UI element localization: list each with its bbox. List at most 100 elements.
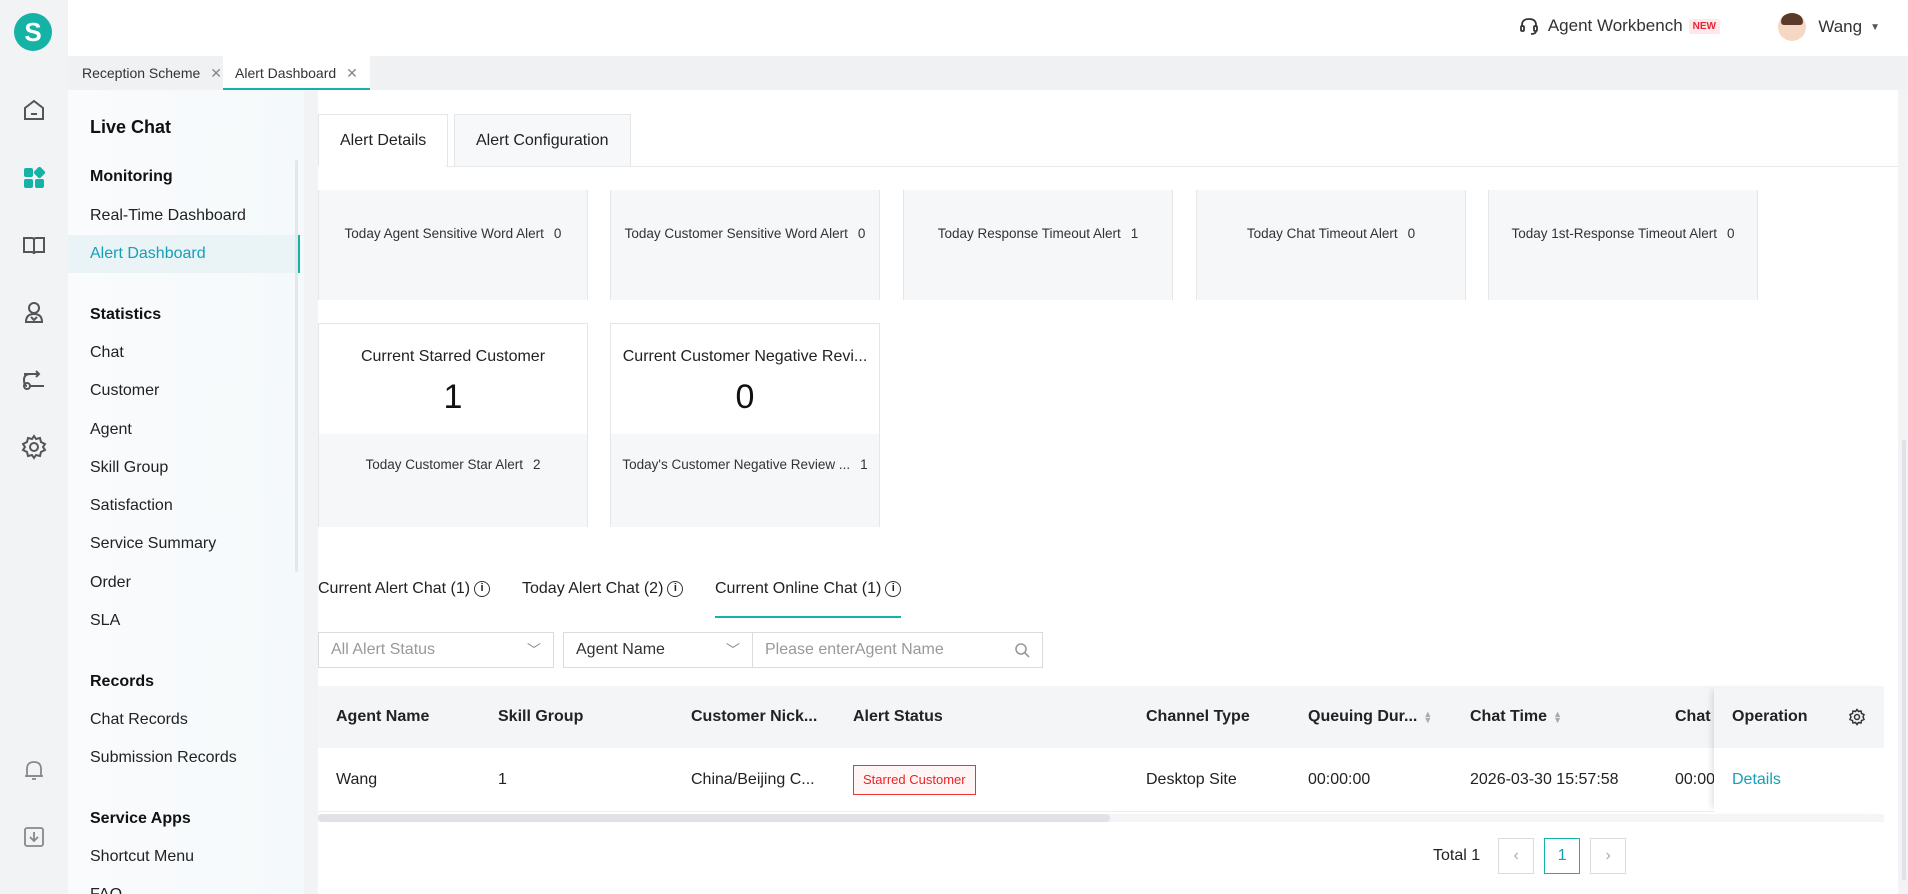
main-scrollbar[interactable] xyxy=(1902,440,1906,880)
card-footer-label: Today 1st-Response Timeout Alert xyxy=(1511,226,1718,241)
caret-down-icon: ▼ xyxy=(1870,21,1880,33)
sort-icon[interactable]: ▲ ▼ xyxy=(1553,709,1562,724)
close-icon[interactable]: ✕ xyxy=(210,65,222,81)
section-statistics: Statistics xyxy=(90,306,162,323)
column-settings-icon[interactable] xyxy=(1848,708,1866,726)
agent-icon[interactable] xyxy=(20,298,48,326)
sidebar-item-order[interactable]: Order xyxy=(90,574,131,592)
negative-review-card: Current Customer Negative Revi... 0 Toda… xyxy=(610,323,880,527)
table-header: Agent Name Skill Group Customer Nick... … xyxy=(318,686,1884,748)
column-header: Chat D xyxy=(1675,708,1715,725)
app-logo[interactable]: S xyxy=(14,13,52,51)
sidebar-item-chat[interactable]: Chat xyxy=(90,344,124,362)
tab-label: Today Alert Chat (2) xyxy=(522,580,664,597)
column-header: Customer Nick... xyxy=(691,708,818,725)
agent-name-search-input[interactable]: Please enterAgent Name xyxy=(752,632,1043,668)
user-name: Wang xyxy=(1818,17,1863,36)
cell-alert-status: Starred Customer xyxy=(853,748,976,812)
scrollbar-thumb[interactable] xyxy=(318,814,1110,822)
sidebar-item-service-summary[interactable]: Service Summary xyxy=(90,535,216,553)
column-header: Channel Type xyxy=(1146,708,1250,725)
sidebar-item-alert-dashboard[interactable]: Alert Dashboard xyxy=(90,245,206,263)
section-monitoring: Monitoring xyxy=(90,168,173,185)
tab-reception-scheme[interactable]: Reception Scheme ✕ xyxy=(70,56,234,90)
page-button[interactable]: 1 xyxy=(1544,838,1581,874)
card-footer-value: 0 xyxy=(857,226,866,241)
tab-today-alert-chat[interactable]: Today Alert Chat (2) i xyxy=(522,580,684,598)
chevron-down-icon: ﹀ xyxy=(527,642,541,658)
route-icon[interactable] xyxy=(20,366,48,394)
card-footer-value: 0 xyxy=(553,226,562,241)
side-nav: Live Chat Monitoring Real-Time Dashboard… xyxy=(68,90,304,894)
prev-page-button[interactable]: ‹ xyxy=(1498,838,1535,874)
next-page-button[interactable]: › xyxy=(1590,838,1627,874)
sidebar-item-skill-group[interactable]: Skill Group xyxy=(90,459,168,477)
info-icon[interactable]: i xyxy=(474,581,491,597)
home-icon[interactable] xyxy=(20,96,48,124)
agent-workbench-link[interactable]: Agent Workbench NEW xyxy=(1518,15,1720,37)
user-menu[interactable]: Wang ▼ xyxy=(1778,13,1880,41)
side-nav-scrollbar[interactable] xyxy=(295,160,298,572)
cell-agent: Wang xyxy=(336,771,378,788)
gear-icon[interactable] xyxy=(20,433,48,461)
card-footer-label: Today Customer Sensitive Word Alert xyxy=(624,226,848,241)
sidebar-item-satisfaction[interactable]: Satisfaction xyxy=(90,497,173,515)
tab-current-online-chat[interactable]: Current Online Chat (1) i xyxy=(715,580,902,618)
card-footer: Today Customer Sensitive Word Alert 0 xyxy=(611,190,879,300)
cell-chat-time: 2026-03-30 15:57:58 xyxy=(1470,771,1619,788)
card-footer-label: Today Chat Timeout Alert xyxy=(1246,226,1398,241)
table-horizontal-scrollbar[interactable] xyxy=(318,814,1884,822)
card-footer-value: 2 xyxy=(533,457,541,472)
search-field-select[interactable]: Agent Name ﹀ xyxy=(563,632,753,668)
card-footer-value: 0 xyxy=(1727,226,1735,241)
window-tab-strip: Reception Scheme ✕ Alert Dashboard ✕ xyxy=(68,56,1908,90)
column-header: Skill Group xyxy=(498,708,584,725)
details-link[interactable]: Details xyxy=(1714,748,1884,812)
tab-alert-dashboard[interactable]: Alert Dashboard ✕ xyxy=(223,56,370,90)
starred-customer-card: Current Starred Customer 1 Today Custome… xyxy=(318,323,588,527)
info-icon[interactable]: i xyxy=(885,581,902,597)
tab-label: Current Online Chat (1) xyxy=(715,580,882,597)
search-icon[interactable] xyxy=(1014,633,1030,670)
tab-alert-details[interactable]: Alert Details xyxy=(318,114,449,166)
sidebar-item-agent[interactable]: Agent xyxy=(90,421,132,439)
sidebar-item-chat-records[interactable]: Chat Records xyxy=(90,711,188,729)
tab-current-alert-chat[interactable]: Current Alert Chat (1) i xyxy=(318,580,491,598)
close-icon[interactable]: ✕ xyxy=(346,65,358,81)
alert-card: Today 1st-Response Timeout Alert 0 xyxy=(1488,190,1758,300)
sort-icon[interactable]: ▲ ▼ xyxy=(1423,709,1432,724)
bell-icon[interactable] xyxy=(20,756,48,784)
top-bar: Agent Workbench NEW Wang ▼ xyxy=(68,0,1908,56)
sidebar-item-shortcut-menu[interactable]: Shortcut Menu xyxy=(90,848,194,866)
cell-customer: China/Beijing C... xyxy=(691,771,815,788)
tab-alert-configuration[interactable]: Alert Configuration xyxy=(454,114,631,166)
tab-divider xyxy=(446,166,1898,167)
column-header-chat-time[interactable]: Chat Time ▲ ▼ xyxy=(1470,686,1620,748)
card-footer: Today 1st-Response Timeout Alert 0 xyxy=(1489,190,1757,300)
download-icon[interactable] xyxy=(20,823,48,851)
operation-column: Operation Details xyxy=(1714,686,1884,812)
sidebar-item-faq[interactable]: FAQ xyxy=(90,886,122,894)
alert-card: Today Response Timeout Alert 1 xyxy=(903,190,1173,300)
section-service-apps: Service Apps xyxy=(90,810,191,827)
search-field-value: Agent Name xyxy=(576,641,665,658)
tab-label: Reception Scheme xyxy=(82,65,201,81)
search-placeholder: Please enterAgent Name xyxy=(765,641,944,658)
book-icon[interactable] xyxy=(20,231,48,259)
sidebar-item-submission-records[interactable]: Submission Records xyxy=(90,749,237,767)
card-footer: Today Chat Timeout Alert 0 xyxy=(1197,190,1465,300)
column-header-label: Chat Time xyxy=(1470,708,1548,725)
alert-status-select[interactable]: All Alert Status ﹀ xyxy=(318,632,554,668)
info-icon[interactable]: i xyxy=(667,581,684,597)
card-footer-label: Today's Customer Negative Review ... xyxy=(622,457,851,472)
avatar xyxy=(1778,13,1807,41)
column-header-queuing[interactable]: Queuing Dur... ▲ ▼ xyxy=(1308,686,1458,748)
sidebar-item-sla[interactable]: SLA xyxy=(90,612,120,630)
card-footer-value: 1 xyxy=(860,457,868,472)
agent-workbench-label: Agent Workbench xyxy=(1547,16,1683,35)
alert-card: Today Chat Timeout Alert 0 xyxy=(1196,190,1466,300)
sidebar-item-customer[interactable]: Customer xyxy=(90,382,159,400)
dashboard-icon[interactable] xyxy=(20,164,48,192)
sidebar-item-real-time-dashboard[interactable]: Real-Time Dashboard xyxy=(90,207,246,225)
side-nav-title: Live Chat xyxy=(90,117,172,137)
